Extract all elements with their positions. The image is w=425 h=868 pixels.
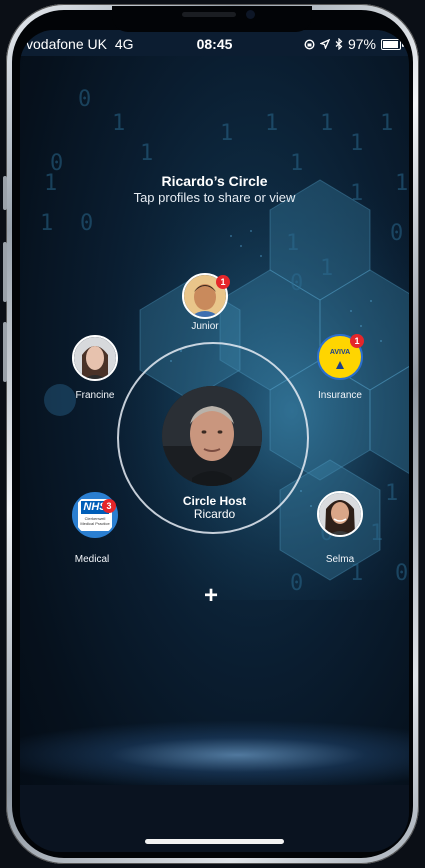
svg-text:0: 0 [395, 561, 408, 586]
home-indicator[interactable] [145, 839, 284, 844]
location-arrow-icon [319, 39, 330, 49]
status-icons: 97% [304, 36, 404, 52]
battery-percentage: 97% [347, 36, 376, 52]
profile-junior-badge: 1 [216, 275, 230, 289]
bottom-glow [20, 720, 409, 790]
svg-text:1: 1 [380, 111, 393, 136]
svg-text:1: 1 [320, 111, 333, 136]
svg-text:0: 0 [290, 571, 303, 596]
svg-text:1: 1 [40, 211, 53, 236]
bluetooth-icon [335, 38, 343, 50]
earpiece-speaker [182, 12, 236, 17]
app-screen: 010 111 111 110 101 10 010 110 11 vodafo… [20, 30, 409, 852]
profile-medical-badge: 3 [102, 499, 116, 513]
phone-side-button [3, 322, 7, 382]
francine-photo [74, 337, 116, 379]
circle-title: Ricardo’s Circle [161, 173, 268, 189]
phone-side-button [3, 176, 7, 210]
svg-text:0: 0 [78, 87, 91, 112]
profile-medical-label: Medical [74, 554, 110, 565]
svg-text:1: 1 [220, 121, 233, 146]
profile-francine-avatar[interactable] [72, 335, 118, 381]
profile-selma-avatar[interactable] [317, 491, 363, 537]
host-avatar-image [162, 386, 262, 486]
svg-text:0: 0 [290, 271, 303, 296]
svg-text:1: 1 [140, 141, 153, 166]
profile-selma-label: Selma [325, 554, 355, 565]
circle-header: Ricardo’s Circle Tap profiles to share o… [20, 173, 409, 205]
nhs-logo-subtext: Clerkenwell Medical Practice [80, 516, 110, 526]
svg-text:1: 1 [286, 231, 299, 256]
aviva-logo: AVIVA [323, 346, 357, 369]
svg-text:1: 1 [265, 111, 278, 136]
circle-subtitle: Tap profiles to share or view [133, 190, 296, 205]
host-avatar[interactable] [162, 386, 262, 486]
front-camera [246, 10, 255, 19]
phone-notch [112, 6, 312, 32]
profile-insurance-badge: 1 [350, 334, 364, 348]
profile-insurance-label: Insurance [318, 390, 362, 401]
profile-junior-label: Junior [191, 321, 219, 332]
aviva-logo-mark [336, 361, 344, 369]
svg-text:1: 1 [320, 256, 333, 281]
svg-text:1: 1 [370, 521, 383, 546]
phone-side-button [3, 242, 7, 302]
aviva-logo-text: AVIVA [329, 349, 351, 356]
orientation-lock-icon [304, 38, 315, 50]
svg-text:1: 1 [350, 131, 363, 156]
selma-photo [319, 493, 361, 535]
svg-text:0: 0 [390, 221, 403, 246]
add-profile-button[interactable]: + [196, 584, 226, 608]
battery-icon [381, 38, 404, 50]
profile-francine-label: Francine [75, 390, 115, 401]
status-bar: vodafone UK 4G 08:45 97% [20, 30, 409, 56]
svg-text:1: 1 [112, 111, 125, 136]
svg-text:0: 0 [80, 211, 93, 236]
